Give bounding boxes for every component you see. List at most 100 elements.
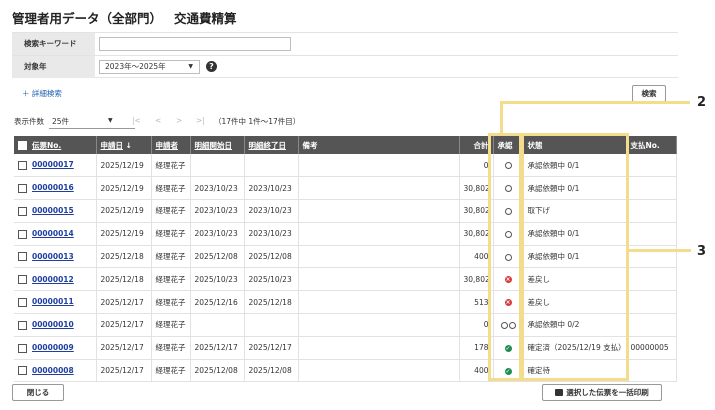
last-page-button[interactable]: >| — [196, 116, 205, 125]
row-checkbox[interactable] — [18, 343, 27, 353]
cell-start-date — [190, 154, 245, 178]
period-select[interactable]: 2023年～2025年 ▼ — [99, 60, 200, 74]
header-apply-date[interactable]: 申請日 ↓ — [96, 136, 152, 154]
cell-total: 30,802 — [459, 176, 494, 201]
row-checkbox[interactable] — [18, 160, 27, 170]
cell-note — [298, 199, 460, 223]
row-checkbox[interactable] — [18, 252, 27, 262]
cell-status: 取下げ — [523, 199, 627, 223]
cell-total: 0 — [459, 154, 494, 178]
header-voucher-no[interactable]: 伝票No. — [14, 136, 97, 154]
cell-start-date — [190, 313, 245, 337]
keyword-input[interactable] — [99, 37, 291, 51]
cell-voucher-no: 00000014 — [14, 222, 97, 246]
search-button[interactable]: 検索 — [632, 85, 666, 102]
pending-approval-icon — [508, 321, 516, 329]
voucher-link[interactable]: 00000012 — [32, 275, 74, 284]
header-total: 合計 — [459, 136, 494, 154]
cell-total: 30,802 — [459, 267, 494, 292]
cell-status: 承認依頼中 0/1 — [523, 154, 627, 178]
table-row[interactable]: 00000009 2025/12/17 経理花子 2025/12/17 2025/12/… — [14, 336, 677, 360]
row-checkbox[interactable] — [18, 275, 27, 285]
cell-payment-no — [626, 222, 677, 246]
cell-end-date: 2025/12/17 — [244, 336, 299, 360]
row-checkbox[interactable] — [18, 297, 27, 307]
cell-applicant: 経理花子 — [151, 336, 191, 360]
cell-start-date: 2025/10/23 — [190, 267, 245, 292]
table-row[interactable]: 00000011 2025/12/17 経理花子 2025/12/16 2025/12/… — [14, 290, 677, 315]
prev-page-button[interactable]: < — [155, 116, 161, 125]
table-row[interactable]: 00000010 2025/12/17 経理花子 0 承認依頼中 0/2 — [14, 313, 677, 337]
cell-note — [298, 313, 460, 337]
period-select-value: 2023年～2025年 — [105, 62, 166, 71]
search-form: 検索キーワード 対象年 2023年～2025年 ▼ ? — [12, 32, 678, 78]
cell-start-date: 2023/10/23 — [190, 222, 245, 246]
voucher-link[interactable]: 00000017 — [32, 160, 74, 169]
callout-3-number: 3 — [697, 244, 707, 259]
select-all-checkbox[interactable] — [18, 141, 27, 150]
row-checkbox[interactable] — [18, 366, 27, 376]
table-row[interactable]: 00000013 2025/12/18 経理花子 2025/12/08 2025/12/… — [14, 245, 677, 269]
approved-check-icon: ✓ — [504, 367, 512, 375]
table-row[interactable]: 00000012 2025/12/18 経理花子 2025/10/23 2025/10/… — [14, 267, 677, 292]
voucher-link[interactable]: 00000010 — [32, 320, 74, 329]
voucher-link[interactable]: 00000014 — [32, 229, 74, 238]
cell-status: 確定済（2025/12/19 支払） — [523, 336, 627, 360]
table-row[interactable]: 00000015 2025/12/19 経理花子 2023/10/23 2023/10/… — [14, 199, 677, 223]
voucher-link[interactable]: 00000008 — [32, 366, 74, 375]
pending-approval-icon — [504, 162, 512, 170]
cell-total: 400 — [459, 245, 494, 269]
cell-total: 513 — [459, 290, 494, 315]
row-checkbox[interactable] — [18, 320, 27, 330]
voucher-link[interactable]: 00000016 — [32, 183, 74, 192]
cell-approval: ✓ — [493, 336, 524, 360]
cell-applicant: 経理花子 — [151, 290, 191, 315]
bulk-print-label: 選択した伝票を一括印刷 — [566, 388, 649, 397]
page-size-underline — [49, 128, 135, 129]
close-button[interactable]: 閉じる — [12, 384, 64, 401]
cell-voucher-no: 00000012 — [14, 267, 97, 292]
bulk-print-button[interactable]: 選択した伝票を一括印刷 — [542, 384, 662, 401]
cell-end-date: 2025/10/23 — [244, 267, 299, 292]
row-checkbox[interactable] — [18, 229, 27, 239]
cell-note — [298, 222, 460, 246]
callout-3-line — [629, 249, 691, 252]
cell-start-date: 2023/10/23 — [190, 199, 245, 223]
cell-voucher-no: 00000016 — [14, 176, 97, 201]
header-applicant[interactable]: 申請者 — [151, 136, 191, 154]
cell-approval — [493, 222, 524, 246]
cell-approval — [493, 245, 524, 269]
header-end-date[interactable]: 明細終了日 — [244, 136, 299, 154]
cell-applicant: 経理花子 — [151, 222, 191, 246]
rejected-icon: × — [504, 299, 512, 307]
voucher-link[interactable]: 00000011 — [32, 297, 74, 306]
row-checkbox[interactable] — [18, 206, 27, 216]
advanced-search-link[interactable]: ＋ 詳細検索 — [22, 88, 62, 99]
cell-payment-no — [626, 154, 677, 178]
row-checkbox[interactable] — [18, 183, 27, 193]
first-page-button[interactable]: |< — [132, 116, 141, 125]
cell-end-date: 2025/12/08 — [244, 245, 299, 269]
cell-end-date: 2023/10/23 — [244, 222, 299, 246]
cell-end-date: 2025/12/18 — [244, 290, 299, 315]
rejected-icon: × — [504, 276, 512, 284]
cell-note — [298, 154, 460, 178]
cell-apply-date: 2025/12/19 — [96, 176, 152, 201]
chevron-down-icon[interactable]: ▼ — [108, 117, 113, 124]
page-size-select[interactable]: 25件 — [52, 116, 69, 127]
cell-note — [298, 267, 460, 292]
next-page-button[interactable]: > — [176, 116, 182, 125]
voucher-link[interactable]: 00000009 — [32, 343, 74, 352]
table-row[interactable]: 00000014 2025/12/19 経理花子 2023/10/23 2023/10/… — [14, 222, 677, 246]
help-icon[interactable]: ? — [206, 61, 217, 72]
header-payment-no: 支払No. — [626, 136, 677, 154]
table-row[interactable]: 00000016 2025/12/19 経理花子 2023/10/23 2023/10/… — [14, 176, 677, 201]
voucher-link[interactable]: 00000013 — [32, 252, 74, 261]
cell-note — [298, 336, 460, 360]
header-start-date[interactable]: 明細開始日 — [190, 136, 245, 154]
cell-applicant: 経理花子 — [151, 176, 191, 201]
cell-payment-no: 00000005 — [626, 336, 677, 360]
voucher-link[interactable]: 00000015 — [32, 206, 74, 215]
table-row[interactable]: 00000017 2025/12/19 経理花子 0 承認依頼中 0/1 — [14, 154, 677, 178]
cell-payment-no — [626, 176, 677, 201]
